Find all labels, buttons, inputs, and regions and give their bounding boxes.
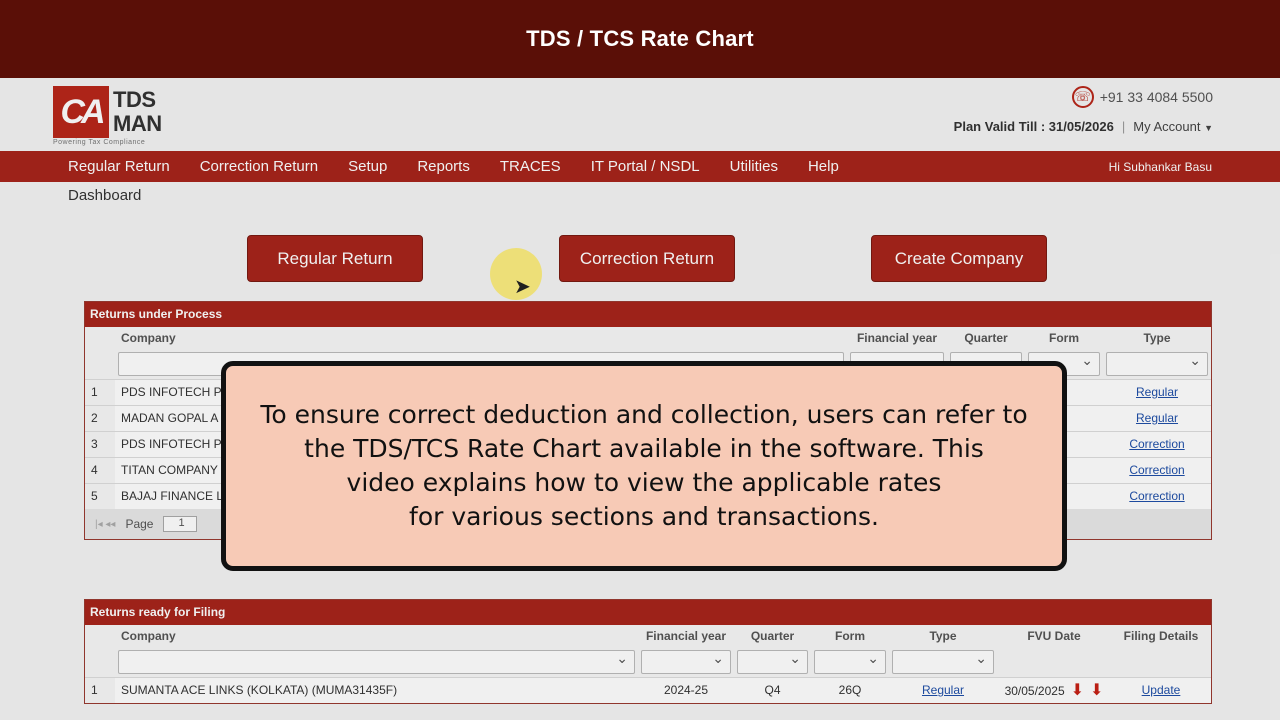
pager-nav-icons[interactable]: |◂ ◂◂ [95,519,115,530]
nav-regular-return[interactable]: Regular Return [68,158,170,175]
table-row[interactable]: 1 SUMANTA ACE LINKS (KOLKATA) (MUMA31435… [85,676,1211,703]
col-fy: Financial year [638,625,734,647]
main-nav: Regular Return Correction Return Setup R… [0,151,1280,182]
type-filter[interactable] [892,649,994,674]
col-company: Company [115,625,638,647]
caption-popup: To ensure correct deduction and collecti… [221,361,1067,571]
caret-down-icon: ▼ [1204,123,1213,133]
type-link[interactable]: Regular [1136,385,1178,399]
type-filter[interactable] [1106,351,1208,376]
caption-text: To ensure correct deduction and collecti… [260,400,1028,531]
col-type: Type [889,625,997,647]
breadcrumb: Dashboard [68,187,142,204]
tdsman-logo[interactable]: CA TDS MAN Powering Tax Compliance [53,86,171,146]
type-link[interactable]: Correction [1129,463,1184,477]
app-header: CA TDS MAN Powering Tax Compliance ☏ +91… [0,78,1280,151]
col-quarter: Quarter [947,327,1025,349]
col-filing-details: Filing Details [1111,625,1211,647]
nav-setup[interactable]: Setup [348,158,387,175]
logo-wordmark: TDS MAN [113,88,162,136]
fy-filter[interactable] [641,649,731,674]
logo-line2: MAN [113,111,162,136]
type-link[interactable]: Regular [922,683,964,697]
logo-line1: TDS [113,87,156,112]
nav-help[interactable]: Help [808,158,839,175]
correction-return-button[interactable]: Correction Return [559,235,735,282]
video-title-bar: TDS / TCS Rate Chart [0,0,1280,78]
mouse-cursor-icon: ➤ [514,276,531,298]
phone-icon: ☏ [1071,86,1094,108]
plan-bar: Plan Valid Till : 31/05/2026 | My Accoun… [954,119,1213,134]
col-quarter: Quarter [734,625,811,647]
video-title: TDS / TCS Rate Chart [526,26,754,51]
logo-mark: CA [53,86,109,138]
col-fy: Financial year [847,327,947,349]
update-link[interactable]: Update [1142,683,1181,697]
separator: | [1121,119,1126,134]
download-arrow-icon[interactable]: ⬇ [1090,682,1103,699]
col-form: Form [1025,327,1103,349]
filing-table: Company Financial year Quarter Form Type… [85,625,1211,703]
my-account-menu[interactable]: My Account ▼ [1133,119,1213,134]
col-company: Company [115,327,847,349]
nav-utilities[interactable]: Utilities [730,158,778,175]
col-form: Form [811,625,889,647]
pager-label: Page [125,517,154,531]
type-link[interactable]: Correction [1129,437,1184,451]
panel-title: Returns under Process [85,302,1211,327]
company-filter[interactable] [118,649,635,674]
col-fvu-date: FVU Date [997,625,1111,647]
nav-reports[interactable]: Reports [417,158,470,175]
phone-number: +91 33 4084 5500 [1099,89,1213,105]
download-arrow-icon[interactable]: ⬇ [1071,682,1084,699]
regular-return-button[interactable]: Regular Return [247,235,423,282]
nav-traces[interactable]: TRACES [500,158,561,175]
nav-it-portal[interactable]: IT Portal / NSDL [591,158,700,175]
logo-tagline: Powering Tax Compliance [53,139,146,146]
panel-title: Returns ready for Filing [85,600,1211,625]
form-filter[interactable] [814,649,886,674]
plan-validity: Plan Valid Till : 31/05/2026 [953,119,1114,134]
create-company-button[interactable]: Create Company [871,235,1047,282]
contact-phone: ☏ +91 33 4084 5500 [1071,86,1213,108]
col-type: Type [1103,327,1211,349]
returns-ready-for-filing-panel: Returns ready for Filing Company Financi… [84,599,1212,704]
quarter-filter[interactable] [737,649,808,674]
page-input[interactable]: 1 [163,516,198,532]
type-link[interactable]: Regular [1136,411,1178,425]
user-greeting[interactable]: Hi Subhankar Basu [1109,151,1212,182]
nav-correction-return[interactable]: Correction Return [200,158,318,175]
type-link[interactable]: Correction [1129,489,1184,503]
